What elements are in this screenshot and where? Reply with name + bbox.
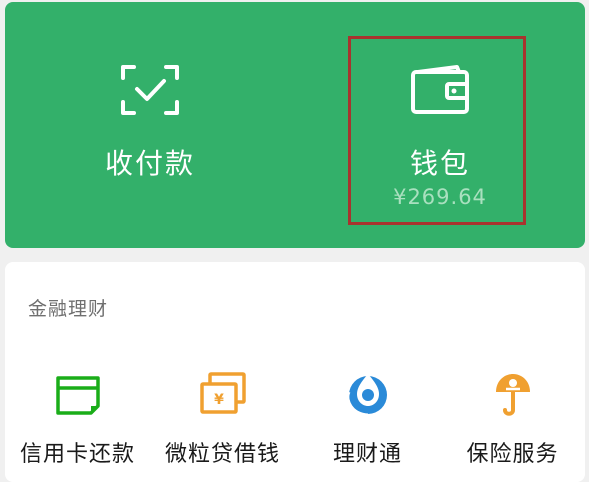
service-insurance[interactable]: 保险服务	[440, 370, 585, 470]
service-licaitong[interactable]: 理财通	[295, 370, 440, 470]
service-label: 微粒贷借钱	[164, 442, 280, 467]
pay-receive-label: 收付款	[104, 147, 195, 180]
finance-section: 金融理财 信用卡还款 ¥ 微粒贷借钱 理财通 保险服务	[5, 262, 585, 482]
wallet-icon	[411, 65, 469, 114]
credit-card-icon	[56, 376, 100, 415]
wallet-balance: ¥269.64	[393, 185, 487, 209]
service-label: 保险服务	[466, 442, 559, 467]
wealth-drop-icon	[346, 374, 387, 417]
insurance-umbrella-icon	[496, 374, 530, 416]
pay-receive-button[interactable]: 收付款	[5, 2, 295, 248]
service-weilidai-loan[interactable]: ¥ 微粒贷借钱	[150, 370, 295, 470]
service-label: 理财通	[332, 442, 402, 467]
top-action-panel: 收付款 钱包 ¥269.64	[5, 2, 585, 248]
wallet-button[interactable]: 钱包 ¥269.64	[295, 2, 585, 248]
scan-check-icon	[121, 65, 179, 115]
cash-notes-icon: ¥	[200, 372, 246, 414]
service-credit-card-repayment[interactable]: 信用卡还款	[5, 370, 150, 470]
service-label: 信用卡还款	[19, 442, 135, 467]
svg-text:¥: ¥	[214, 392, 224, 408]
wallet-label: 钱包	[409, 147, 470, 180]
finance-section-title: 金融理财	[28, 298, 109, 320]
